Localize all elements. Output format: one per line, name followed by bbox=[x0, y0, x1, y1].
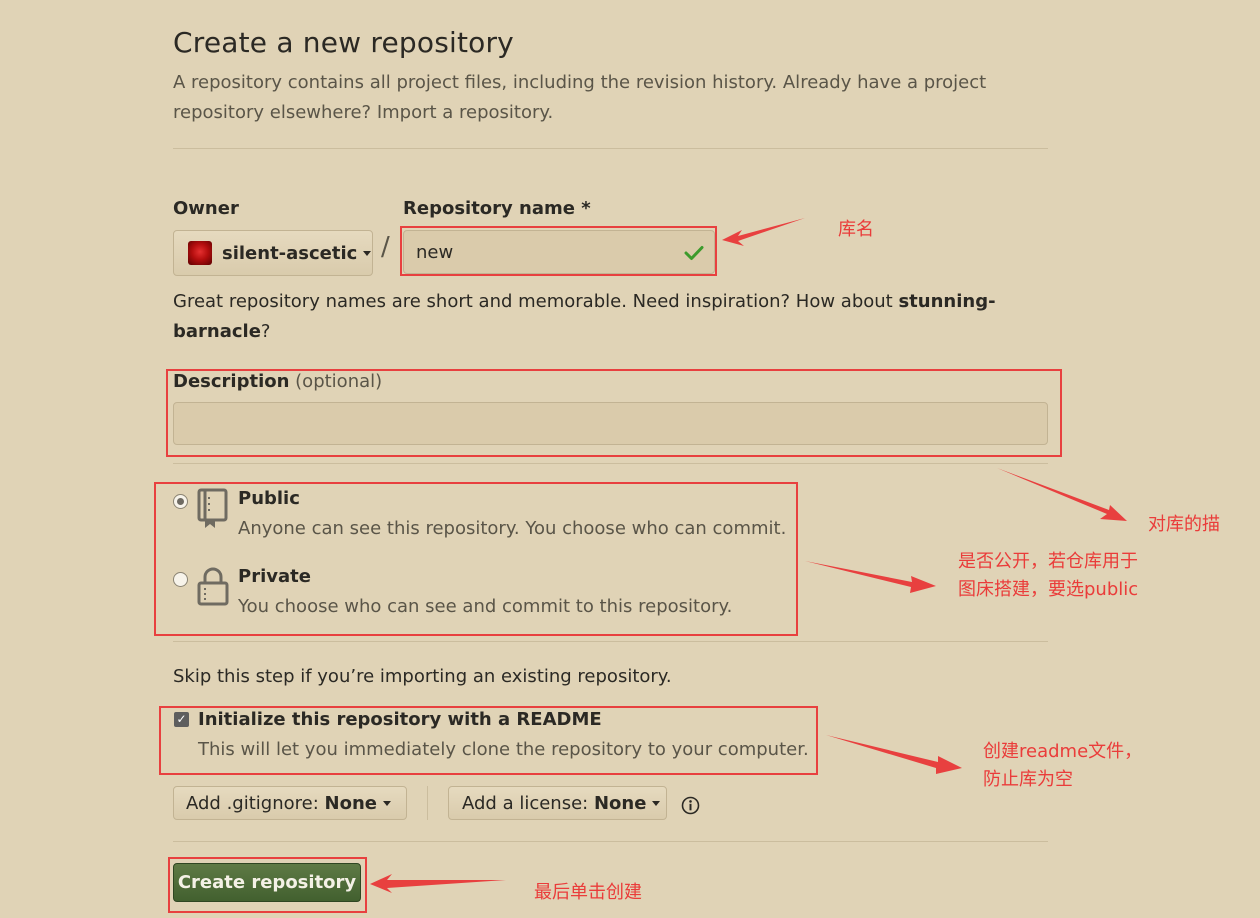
page-subtitle: A repository contains all project files,… bbox=[173, 72, 987, 123]
chevron-down-icon bbox=[382, 800, 391, 806]
owner-label: Owner bbox=[173, 198, 239, 219]
gitignore-value: None bbox=[324, 792, 377, 814]
chevron-down-icon bbox=[652, 800, 661, 806]
arrow-to-create-button bbox=[370, 874, 506, 893]
note-visibility-line1: 是否公开，若仓库用于 bbox=[958, 551, 1138, 572]
readme-highlight bbox=[159, 706, 818, 775]
divider bbox=[173, 463, 1048, 464]
arrow-to-readme bbox=[826, 735, 962, 774]
page-title: Create a new repository bbox=[173, 26, 514, 59]
note-readme-line2: 防止库为空 bbox=[983, 769, 1073, 790]
repo-name-label: Repository name * bbox=[403, 198, 591, 219]
arrow-to-visibility bbox=[805, 561, 936, 593]
repo-name-highlight bbox=[400, 226, 717, 276]
license-select[interactable]: Add a license: None bbox=[448, 786, 667, 820]
vertical-divider bbox=[427, 786, 428, 820]
chevron-down-icon bbox=[363, 250, 372, 256]
divider bbox=[173, 148, 1048, 149]
note-visibility-line2: 图床搭建，要选public bbox=[958, 579, 1139, 600]
name-hint: Great repository names are short and mem… bbox=[173, 287, 1003, 347]
divider bbox=[173, 641, 1048, 642]
note-create-button: 最后单击创建 bbox=[534, 882, 642, 903]
note-description: 对库的描 bbox=[1148, 514, 1220, 535]
gitignore-prefix: Add .gitignore: bbox=[186, 792, 319, 814]
skip-text: Skip this step if you’re importing an ex… bbox=[173, 666, 672, 687]
create-button-highlight bbox=[168, 857, 367, 913]
license-value: None bbox=[593, 792, 647, 814]
info-icon[interactable] bbox=[681, 796, 700, 815]
license-prefix: Add a license: bbox=[462, 792, 589, 814]
owner-avatar bbox=[188, 241, 212, 265]
owner-repo-separator: / bbox=[381, 232, 390, 262]
description-highlight bbox=[166, 369, 1062, 457]
divider bbox=[173, 841, 1048, 842]
note-repo-name: 库名 bbox=[838, 219, 874, 240]
name-hint-suffix: ? bbox=[260, 321, 271, 342]
owner-select[interactable]: silent-ascetic bbox=[173, 230, 373, 276]
owner-name: silent-ascetic bbox=[222, 242, 358, 264]
visibility-highlight bbox=[154, 482, 798, 636]
note-readme-line1: 创建readme文件， bbox=[983, 741, 1143, 762]
arrow-to-repo-name bbox=[722, 218, 805, 246]
arrow-to-description bbox=[997, 468, 1127, 521]
gitignore-select[interactable]: Add .gitignore: None bbox=[173, 786, 407, 820]
name-hint-text: Great repository names are short and mem… bbox=[173, 291, 899, 312]
